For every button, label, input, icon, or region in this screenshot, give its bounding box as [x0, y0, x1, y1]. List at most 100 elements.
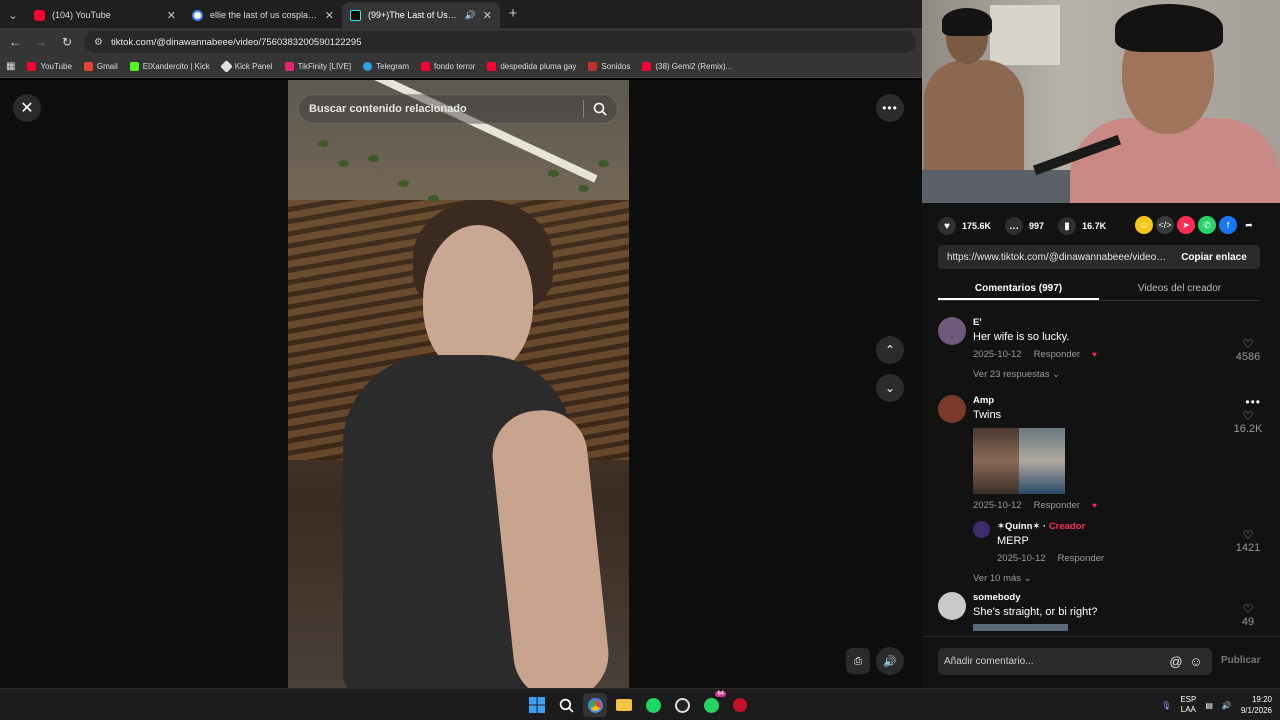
site-info-icon[interactable]: ⚙ [94, 37, 103, 48]
previous-video-button[interactable]: ⌃ [876, 336, 904, 364]
embed-code-icon[interactable]: </> [1156, 216, 1174, 234]
tab-creator-videos[interactable]: Videos del creador [1099, 277, 1260, 300]
emoji-icon[interactable]: ☺ [1186, 654, 1206, 669]
taskbar-obs[interactable] [670, 693, 694, 717]
close-tab-icon[interactable]: ✕ [167, 9, 176, 22]
bookmark-despedida[interactable]: despedida pluma gay [487, 62, 576, 71]
reply-like[interactable]: ♡ 1421 [1228, 528, 1268, 554]
more-options-button[interactable]: ••• [876, 94, 904, 122]
speaker-icon[interactable]: 🔊 [465, 10, 476, 21]
bookmark-gemi2[interactable]: (38) Gemi2 (Remix)... [642, 62, 732, 71]
bookmark-fondo-terror[interactable]: fondo terror [420, 62, 475, 71]
volume-button[interactable]: 🔊 [876, 647, 904, 675]
post-comment-button[interactable]: Publicar [1221, 655, 1260, 666]
screen: ⌄ (104) YouTube ✕ ellie the last of us c… [0, 0, 1280, 720]
taskbar-whatsapp[interactable]: 64 [699, 691, 726, 717]
taskbar-app-red[interactable] [728, 693, 752, 717]
picture-in-picture-button[interactable]: ⎙ [846, 648, 870, 674]
share-emoji-icon[interactable]: ☺ [1135, 216, 1153, 234]
video-stats: ♥ 175.6K … 997 ▮ 16.7K [938, 217, 1120, 235]
mention-icon[interactable]: @ [1166, 654, 1186, 669]
taskbar-search-button[interactable] [554, 693, 578, 717]
avatar[interactable] [973, 521, 990, 538]
copy-link-button[interactable]: Copiar enlace [1168, 245, 1260, 269]
search-icon[interactable] [593, 102, 607, 116]
microphone-icon[interactable]: 🎙 [1161, 701, 1171, 710]
taskbar-file-explorer[interactable] [612, 693, 636, 717]
network-icon[interactable]: ▤ [1205, 701, 1213, 710]
close-tab-icon[interactable]: ✕ [483, 9, 492, 22]
bookmark-kick-panel[interactable]: Kick Panel [219, 60, 273, 73]
bookmark-telegram[interactable]: Telegram [363, 62, 409, 71]
comment-body: somebody She's straight, or bi right? [973, 592, 1213, 631]
comment-button[interactable]: … 997 [1005, 217, 1044, 235]
apps-grid-icon[interactable]: ▦ [6, 61, 15, 72]
speaker-icon: 🔊 [883, 655, 897, 668]
forward-arrow-icon[interactable]: → [32, 35, 50, 49]
save-button[interactable]: ▮ 16.7K [1058, 217, 1106, 235]
related-search-bar[interactable]: Buscar contenido relacionado [298, 94, 618, 124]
avatar[interactable] [938, 317, 966, 345]
view-more-label: Ver 10 más [973, 573, 1022, 584]
share-link-url[interactable]: https://www.tiktok.com/@dinawannabeee/vi… [938, 252, 1168, 263]
comment-text: Twins [973, 409, 1002, 421]
bookmark-kick[interactable]: ElXandercito | Kick [129, 62, 210, 71]
system-clock[interactable]: 19:20 9/1/2026 [1241, 694, 1272, 716]
avatar[interactable] [938, 395, 966, 423]
close-video-button[interactable]: ✕ [13, 94, 41, 122]
tab-title: ellie the last of us cosplay - Bus [210, 10, 318, 20]
close-tab-icon[interactable]: ✕ [325, 9, 334, 22]
tab-google-search[interactable]: ellie the last of us cosplay - Bus ✕ [184, 2, 342, 28]
like-button[interactable]: ♥ 175.6K [938, 217, 991, 235]
whatsapp-icon[interactable]: ✆ [1198, 216, 1216, 234]
tab-search-chevron-icon[interactable]: ⌄ [0, 2, 26, 28]
comment-username[interactable]: Amp [973, 395, 1213, 407]
reply-username[interactable]: ✶Quinn✶ [997, 521, 1040, 532]
language-indicator[interactable]: ESP LAA [1180, 695, 1196, 715]
address-bar[interactable]: ⚙ tiktok.com/@dinawannabeee/video/756038… [84, 31, 916, 53]
reply-button[interactable]: Responder [1034, 500, 1080, 511]
comment-like[interactable]: ♡ 49 [1228, 602, 1268, 628]
share-arrow-icon[interactable]: ➦ [1240, 216, 1258, 234]
comment-options-button[interactable]: ••• [1245, 395, 1261, 409]
tab-comments[interactable]: Comentarios (997) [938, 277, 1099, 300]
volume-icon[interactable]: 🔊 [1222, 701, 1232, 710]
leaf [318, 140, 329, 147]
bookmark-youtube[interactable]: YouTube [27, 62, 72, 71]
chevron-down-icon: ⌄ [1023, 573, 1032, 584]
bookmark-label: Kick Panel [234, 62, 273, 71]
comment-image-2[interactable] [1019, 428, 1065, 494]
new-tab-button[interactable]: + [500, 2, 526, 28]
comment-input[interactable]: Añadir comentario... @ ☺ [938, 648, 1212, 675]
taskbar-spotify[interactable] [641, 693, 665, 717]
reply-button[interactable]: Responder [1034, 349, 1080, 360]
comment-image-1[interactable] [973, 428, 1019, 494]
comment-username[interactable]: E' [973, 317, 1213, 329]
bookmark-gmail[interactable]: Gmail [83, 62, 118, 71]
facebook-icon[interactable]: f [1219, 216, 1237, 234]
tab-youtube[interactable]: (104) YouTube ✕ [26, 2, 184, 28]
kick-panel-icon [219, 60, 233, 73]
view-more-replies-button[interactable]: Ver 10 más ⌄ [973, 573, 1213, 584]
tab-tiktok[interactable]: (99+)The Last of Us Ellie Co 🔊 ✕ [342, 2, 500, 28]
comment-like[interactable]: ♡ 16.2K [1228, 409, 1268, 435]
comment-like[interactable]: ♡ 4586 [1228, 337, 1268, 363]
comment-item: E' Her wife is so lucky. 2025-10-12 Resp… [938, 317, 1268, 387]
taskbar-chrome[interactable] [583, 693, 607, 717]
bookmark-tikfinity[interactable]: TikFinity [LIVE] [284, 62, 351, 71]
leaf [368, 155, 379, 162]
next-video-button[interactable]: ⌄ [876, 374, 904, 402]
avatar[interactable] [938, 592, 966, 620]
view-replies-button[interactable]: Ver 23 respuestas ⌄ [973, 369, 1213, 380]
reply-button[interactable]: Responder [1058, 553, 1104, 564]
send-to-friends-icon[interactable]: ➤ [1177, 216, 1195, 234]
reload-icon[interactable]: ↻ [58, 35, 76, 49]
creator-liked-icon: ♥ [1092, 350, 1097, 359]
comment-attached-images[interactable] [973, 428, 1213, 494]
back-arrow-icon[interactable]: ← [6, 35, 24, 49]
bookmark-sonidos[interactable]: Sonidos [588, 62, 630, 71]
start-button[interactable] [525, 693, 549, 717]
video-player[interactable] [288, 80, 629, 688]
comment-image[interactable] [973, 624, 1068, 631]
comment-username[interactable]: somebody [973, 592, 1213, 604]
